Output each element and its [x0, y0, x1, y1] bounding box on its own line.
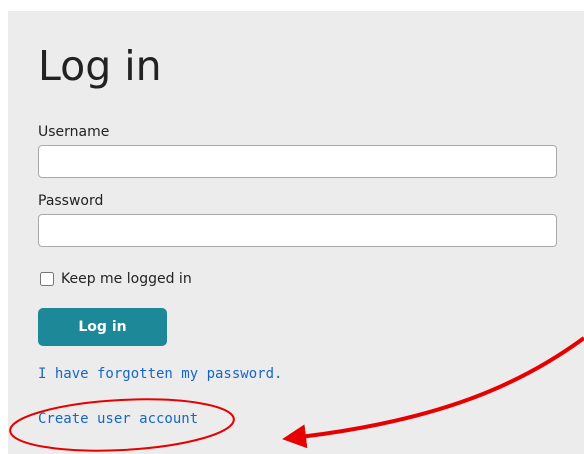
keep-logged-in-checkbox[interactable] [40, 272, 54, 286]
username-label: Username [38, 124, 110, 140]
keep-logged-in-row: Keep me logged in [40, 271, 192, 287]
username-input[interactable] [38, 145, 557, 178]
forgot-password-link[interactable]: I have forgotten my password. [38, 366, 282, 382]
login-button[interactable]: Log in [38, 308, 167, 346]
password-input[interactable] [38, 214, 557, 247]
create-user-account-link[interactable]: Create user account [38, 411, 198, 427]
keep-logged-in-label[interactable]: Keep me logged in [61, 271, 192, 287]
password-label: Password [38, 193, 104, 209]
page-title: Log in [38, 42, 162, 90]
